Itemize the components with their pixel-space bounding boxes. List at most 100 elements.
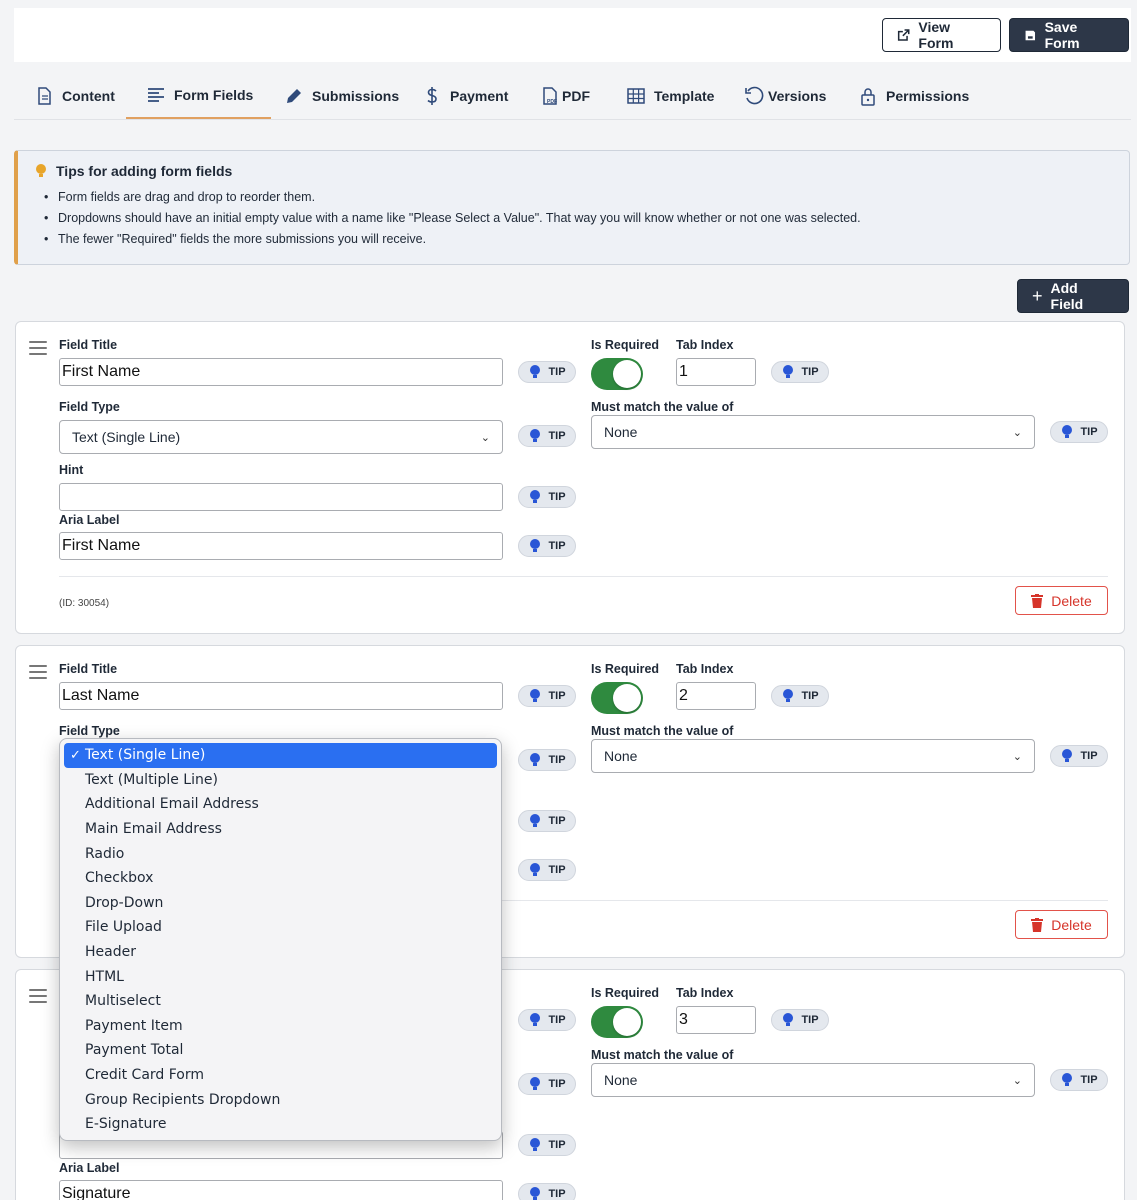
drag-handle-icon[interactable] (29, 341, 47, 359)
tab-permissions[interactable]: Permissions (858, 72, 969, 119)
drag-handle-icon[interactable] (29, 989, 47, 1007)
tip-button[interactable]: TIP (518, 361, 576, 383)
dropdown-option[interactable]: Checkbox (64, 866, 497, 891)
save-form-button[interactable]: Save Form (1009, 18, 1129, 52)
tip-button[interactable]: TIP (518, 1009, 576, 1031)
aria-label-input[interactable] (59, 1180, 503, 1200)
tab-submissions[interactable]: Submissions (284, 72, 399, 119)
tab-form-fields-label: Form Fields (174, 86, 254, 103)
tab-pdf[interactable]: PDF PDF (540, 72, 590, 119)
tip-button[interactable]: TIP (518, 859, 576, 881)
lightbulb-icon (783, 365, 794, 378)
delete-label: Delete (1051, 592, 1092, 609)
tip-button[interactable]: TIP (771, 1009, 829, 1031)
dropdown-option[interactable]: Payment Item (64, 1014, 497, 1039)
tips-title: Tips for adding form fields (56, 163, 233, 179)
tab-content-label: Content (62, 87, 115, 104)
tip-button[interactable]: TIP (771, 361, 829, 383)
view-form-button[interactable]: View Form (882, 18, 1001, 52)
tip-label: TIP (548, 1014, 566, 1026)
lightbulb-icon (530, 1138, 541, 1151)
dropdown-option[interactable]: Additional Email Address (64, 792, 497, 817)
tab-index-input[interactable] (676, 682, 756, 710)
option-label: Group Recipients Dropdown (85, 1091, 281, 1108)
is-required-toggle[interactable] (591, 682, 643, 714)
dropdown-option[interactable]: ✓ Text (Single Line) (64, 743, 497, 768)
drag-handle-icon[interactable] (29, 665, 47, 683)
field-type-label: Field Type (59, 400, 120, 414)
field-type-dropdown-menu[interactable]: ✓ Text (Single Line) Text (Multiple Line)… (59, 738, 502, 1141)
lightbulb-icon (530, 753, 541, 766)
dropdown-option[interactable]: Multiselect (64, 989, 497, 1014)
delete-button[interactable]: Delete (1015, 910, 1108, 939)
dropdown-option[interactable]: Text (Multiple Line) (64, 768, 497, 793)
lightbulb-icon (783, 689, 794, 702)
must-match-select[interactable]: None ⌄ (591, 739, 1035, 773)
save-form-label: Save Form (1044, 19, 1080, 51)
tip-button[interactable]: TIP (518, 749, 576, 771)
field-type-label: Field Type (59, 724, 120, 738)
delete-button[interactable]: Delete (1015, 586, 1108, 615)
dropdown-option[interactable]: Group Recipients Dropdown (64, 1087, 497, 1112)
dropdown-option[interactable]: Main Email Address (64, 817, 497, 842)
aria-label-input[interactable] (59, 532, 503, 560)
pdf-icon: PDF (543, 86, 557, 105)
tab-index-input[interactable] (676, 1006, 756, 1034)
tip-button[interactable]: TIP (518, 1073, 576, 1095)
tip-button[interactable]: TIP (518, 1134, 576, 1156)
dropdown-option[interactable]: File Upload (64, 915, 497, 940)
tab-content[interactable]: Content (34, 72, 115, 119)
tip-label: TIP (548, 690, 566, 702)
tip-button[interactable]: TIP (518, 535, 576, 557)
hint-input[interactable] (59, 483, 503, 511)
tip-button[interactable]: TIP (518, 1183, 576, 1200)
dropdown-option[interactable]: Drop-Down (64, 891, 497, 916)
tab-payment-label: Payment (450, 87, 509, 104)
tips-heading: Tips for adding form fields (34, 163, 1113, 179)
field-type-select[interactable]: Text (Single Line) ⌄ (59, 420, 503, 454)
tab-index-label: Tab Index (676, 986, 734, 1000)
save-icon (1025, 30, 1036, 40)
field-title-input[interactable] (59, 682, 503, 710)
tip-button[interactable]: TIP (518, 486, 576, 508)
add-field-label: Add Field (1050, 280, 1084, 312)
is-required-toggle[interactable] (591, 1006, 643, 1038)
option-label: Header (85, 944, 136, 961)
tip-label: TIP (548, 864, 566, 876)
dropdown-option[interactable]: HTML (64, 964, 497, 989)
field-card[interactable]: Field Title TIP Field Type Text (Single … (15, 321, 1125, 634)
dropdown-option[interactable]: Header (64, 940, 497, 965)
tip-label: TIP (548, 1139, 566, 1151)
tab-index-input[interactable] (676, 358, 756, 386)
is-required-toggle[interactable] (591, 358, 643, 390)
tip-button[interactable]: TIP (771, 685, 829, 707)
tip-button[interactable]: TIP (1050, 1069, 1108, 1091)
tip-button[interactable]: TIP (1050, 421, 1108, 443)
must-match-select[interactable]: None ⌄ (591, 1063, 1035, 1097)
tip-button[interactable]: TIP (518, 425, 576, 447)
trash-icon (1031, 593, 1044, 608)
tab-payment[interactable]: Payment (422, 72, 508, 119)
field-id: (ID: 30054) (59, 598, 110, 609)
add-field-button[interactable]: + Add Field (1017, 279, 1129, 313)
field-title-input[interactable] (59, 358, 503, 386)
tab-template[interactable]: Template (626, 72, 714, 119)
tip-button[interactable]: TIP (1050, 745, 1108, 767)
tip-button[interactable]: TIP (518, 810, 576, 832)
delete-label: Delete (1051, 916, 1092, 933)
option-label: Multiselect (85, 993, 161, 1010)
must-match-select[interactable]: None ⌄ (591, 415, 1035, 449)
dropdown-option[interactable]: Payment Total (64, 1038, 497, 1063)
is-required-label: Is Required (591, 662, 660, 676)
dropdown-option[interactable]: Credit Card Form (64, 1063, 497, 1088)
dropdown-option[interactable]: E-Signature (64, 1112, 497, 1137)
dropdown-option[interactable]: Radio (64, 841, 497, 866)
option-label: Credit Card Form (85, 1067, 205, 1084)
grid-icon (627, 87, 645, 104)
tab-bar: Content Form Fields Submissions Payment … (14, 72, 1131, 120)
tab-versions[interactable]: Versions (744, 72, 826, 119)
tip-button[interactable]: TIP (518, 685, 576, 707)
tab-form-fields[interactable]: Form Fields (126, 72, 272, 119)
dollar-icon (427, 86, 437, 105)
tip-label: TIP (1080, 750, 1098, 762)
